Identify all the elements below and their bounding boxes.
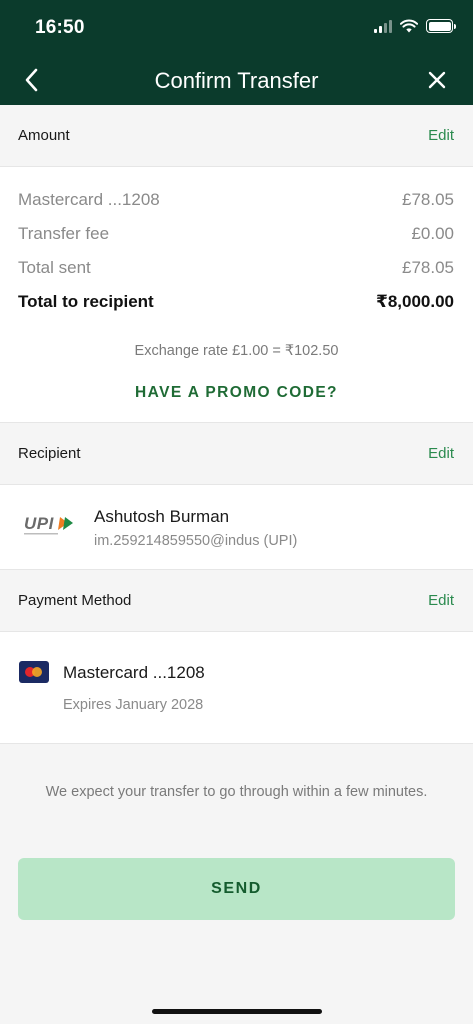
page-title: Confirm Transfer (154, 68, 319, 93)
recipient-edit-link[interactable]: Edit (428, 445, 454, 462)
row-label: Total to recipient (18, 292, 154, 311)
status-time: 16:50 (35, 17, 85, 38)
app-header: 16:50 Confirm Transfer (0, 0, 473, 105)
recipient-upi-id: im.259214859550@indus (UPI) (94, 533, 298, 549)
wifi-icon (400, 19, 418, 33)
row-label: Transfer fee (18, 224, 110, 243)
mastercard-icon (19, 661, 49, 683)
row-label: Mastercard ...1208 (18, 190, 160, 209)
battery-icon (426, 19, 456, 33)
amount-row-fee: Transfer fee £0.00 (18, 224, 454, 244)
row-value: £0.00 (411, 224, 454, 243)
exchange-rate: Exchange rate £1.00 = ₹102.50 (134, 343, 339, 359)
recipient-panel: UPI Ashutosh Burman im.259214859550@indu… (0, 485, 473, 570)
amount-label: Amount (18, 127, 70, 144)
upi-logo-text: UPI (24, 514, 55, 533)
amount-row-card: Mastercard ...1208 £78.05 (18, 190, 454, 210)
close-button[interactable] (419, 60, 455, 100)
row-value: £78.05 (402, 258, 454, 277)
status-icons (374, 19, 456, 33)
close-icon (428, 71, 446, 89)
amount-section-header: Amount Edit (0, 105, 473, 167)
recipient-label: Recipient (18, 445, 81, 462)
send-button[interactable]: SEND (18, 858, 455, 920)
upi-logo: UPI (24, 513, 74, 537)
row-value: £78.05 (402, 190, 454, 209)
cellular-signal-icon (374, 19, 392, 33)
home-indicator (152, 1009, 322, 1014)
recipient-section-header: Recipient Edit (0, 423, 473, 485)
payment-edit-link[interactable]: Edit (428, 592, 454, 609)
amount-panel: Mastercard ...1208 £78.05 Transfer fee £… (0, 167, 473, 423)
promo-code-link[interactable]: HAVE A PROMO CODE? (0, 384, 473, 402)
recipient-name: Ashutosh Burman (94, 507, 230, 526)
amount-row-total-sent: Total sent £78.05 (18, 258, 454, 278)
card-name: Mastercard ...1208 (63, 663, 205, 682)
transfer-eta-text: We expect your transfer to go through wi… (45, 784, 428, 800)
payment-panel: Mastercard ...1208 Expires January 2028 (0, 632, 473, 744)
payment-method-label: Payment Method (18, 592, 132, 609)
amount-edit-link[interactable]: Edit (428, 127, 454, 144)
row-value: ₹8,000.00 (375, 292, 454, 311)
card-expiry: Expires January 2028 (63, 697, 204, 713)
row-label: Total sent (18, 258, 91, 277)
amount-row-total-recipient: Total to recipient ₹8,000.00 (18, 292, 454, 312)
payment-section-header: Payment Method Edit (0, 570, 473, 632)
